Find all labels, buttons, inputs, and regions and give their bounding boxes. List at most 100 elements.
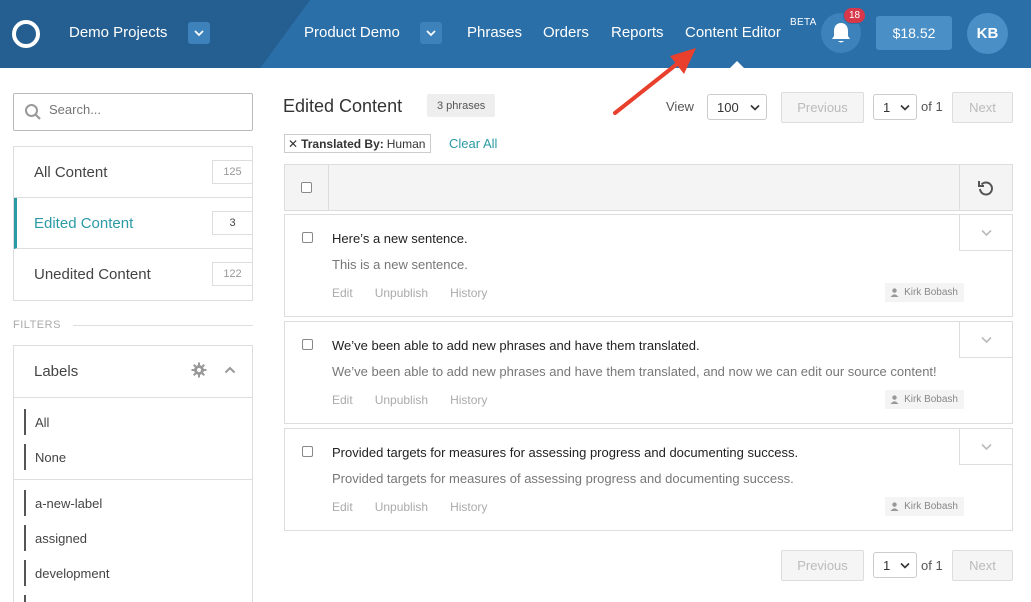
history-link[interactable]: History [450,500,487,514]
page-total-top: of 1 [921,99,943,114]
labels-title: Labels [34,363,79,380]
row-actions: Edit Unpublish History [332,393,487,407]
label-filter-item[interactable]: a-new-label [24,490,102,516]
previous-page-button-top[interactable]: Previous [781,92,864,123]
target-text: We’ve been able to add new phrases and h… [332,364,937,379]
row-checkbox[interactable] [302,446,313,457]
chevron-down-icon [194,30,204,37]
user-icon [890,502,899,511]
project-dropdown-button[interactable] [188,22,210,44]
page-title: Edited Content [283,96,403,116]
table-row: We’ve been able to add new phrases and h… [284,321,1013,424]
top-bar: Demo Projects Product Demo Phrases Order… [0,0,1031,68]
filter-key: Translated By: [301,136,384,151]
annotation-arrow-icon [613,48,696,115]
row-expand-button[interactable] [959,321,1013,358]
next-page-button-top[interactable]: Next [952,92,1013,123]
nav-reports[interactable]: Reports [611,24,664,41]
sidebar-item-edited-content[interactable]: Edited Content 3 [14,198,252,249]
per-page-value: 100 [717,99,739,115]
edit-link[interactable]: Edit [332,393,353,407]
author-name: Kirk Bobash [904,501,958,512]
unpublish-link[interactable]: Unpublish [375,286,428,300]
source-text: We’ve been able to add new phrases and h… [332,338,700,353]
bell-icon [832,23,850,43]
label-filter-item[interactable]: development [24,560,109,586]
count-badge: 122 [212,262,252,286]
row-expand-button[interactable] [959,214,1013,251]
active-nav-caret [730,61,744,68]
chevron-down-icon [980,443,992,450]
user-icon [890,288,899,297]
subproject-dropdown-button[interactable] [420,22,442,44]
nav-orders[interactable]: Orders [543,24,589,41]
edit-link[interactable]: Edit [332,500,353,514]
unpublish-link[interactable]: Unpublish [375,393,428,407]
labels-panel: Labels All None a-new-label assigned dev… [13,345,253,602]
history-link[interactable]: History [450,286,487,300]
sidebar-item-unedited-content[interactable]: Unedited Content 122 [14,249,252,300]
sidebar-item-all-content[interactable]: All Content 125 [14,147,252,198]
user-avatar[interactable]: KB [967,13,1008,54]
remove-filter-icon[interactable]: ✕ [288,137,298,151]
author-badge: Kirk Bobash [885,390,964,409]
undo-icon[interactable] [977,179,995,197]
author-badge: Kirk Bobash [885,283,964,302]
beta-badge: BETA [790,17,817,28]
clear-all-link[interactable]: Clear All [449,136,497,151]
author-name: Kirk Bobash [904,287,958,298]
history-link[interactable]: History [450,393,487,407]
target-text: Provided targets for measures of assessi… [332,471,794,486]
row-actions: Edit Unpublish History [332,500,487,514]
next-page-button-bottom[interactable]: Next [952,550,1013,581]
gear-icon[interactable] [191,362,207,378]
page-value: 1 [883,557,891,573]
active-filter-tag[interactable]: ✕ Translated By: Human [284,134,432,153]
table-header [284,164,1013,211]
row-checkbox[interactable] [302,339,313,350]
filter-value: Human [386,136,426,151]
labels-divider [14,479,252,480]
subproject-name[interactable]: Product Demo [304,24,400,41]
sidebar-item-label: Unedited Content [34,266,151,283]
target-text: This is a new sentence. [332,257,468,272]
balance-button[interactable]: $18.52 [876,16,952,50]
label-filter-none[interactable]: None [24,444,66,470]
source-text: Provided targets for measures for assess… [332,445,799,460]
app-logo-icon[interactable] [12,20,40,48]
per-page-select[interactable]: 100 [707,94,767,120]
select-all-checkbox[interactable] [301,182,312,193]
row-checkbox[interactable] [302,232,313,243]
sidebar-item-label: All Content [34,163,108,181]
count-badge: 125 [212,160,252,184]
search-box [13,93,253,131]
chevron-down-icon [980,229,992,236]
previous-page-button-bottom[interactable]: Previous [781,550,864,581]
user-icon [890,395,899,404]
chevron-down-icon [750,104,760,111]
filters-heading: FILTERS [13,319,61,331]
project-name[interactable]: Demo Projects [69,24,167,41]
search-icon [25,104,41,120]
page-select-bottom[interactable]: 1 [873,552,917,578]
page-select-top[interactable]: 1 [873,94,917,120]
row-expand-button[interactable] [959,428,1013,465]
chevron-down-icon [900,562,910,569]
nav-phrases[interactable]: Phrases [467,24,522,41]
nav-content-editor[interactable]: Content Editor [685,24,781,41]
search-input[interactable] [49,102,244,117]
select-all-cell [285,165,329,210]
chevron-down-icon [426,30,436,37]
filters-divider [73,325,253,326]
author-name: Kirk Bobash [904,394,958,405]
phrase-count-badge: 3 phrases [427,94,496,117]
labels-header[interactable]: Labels [14,346,252,398]
label-filter-item[interactable]: assigned [24,525,87,551]
row-actions: Edit Unpublish History [332,286,487,300]
page-value: 1 [883,99,891,115]
table-row: Here’s a new sentence. This is a new sen… [284,214,1013,317]
label-filter-all[interactable]: All [24,409,49,435]
chevron-up-icon[interactable] [224,364,236,376]
edit-link[interactable]: Edit [332,286,353,300]
unpublish-link[interactable]: Unpublish [375,500,428,514]
